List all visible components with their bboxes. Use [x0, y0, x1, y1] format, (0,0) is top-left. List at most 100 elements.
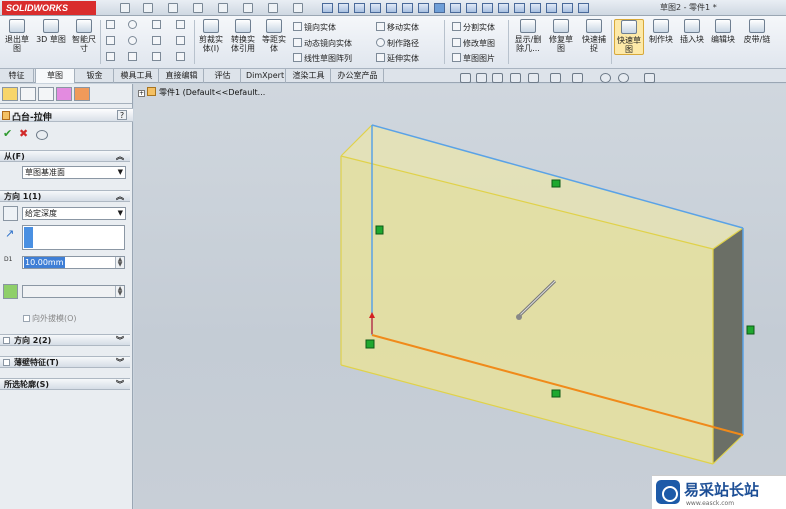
view-normal-icon[interactable] — [434, 3, 445, 13]
tab-sketch[interactable]: 草图 — [35, 69, 75, 83]
rebuild-icon[interactable] — [268, 3, 278, 13]
convert-entities-button[interactable]: 转换实 体引用 — [228, 19, 258, 53]
extend-entities-button[interactable]: 延伸实体 — [376, 53, 419, 64]
slot-tool[interactable] — [106, 52, 117, 63]
feature-manager-tab-icon[interactable] — [2, 87, 18, 101]
edit-block-button[interactable]: 编辑块 — [709, 19, 737, 44]
point-tool[interactable] — [176, 20, 187, 31]
view-front-icon[interactable] — [322, 3, 333, 13]
zoom-area-icon[interactable] — [476, 73, 487, 83]
dimxpert-manager-tab-icon[interactable] — [56, 87, 72, 101]
direction2-section-header[interactable]: 方向 2(2) ︾ — [0, 334, 130, 346]
end-condition-select[interactable]: 给定深度 ▼ — [22, 207, 126, 220]
linear-pattern-button[interactable]: 线性草图阵列 — [293, 53, 352, 64]
property-manager-tab-icon[interactable] — [20, 87, 36, 101]
save-icon[interactable] — [168, 3, 178, 13]
section-view-icon[interactable] — [510, 73, 521, 83]
fillet-tool[interactable] — [152, 52, 163, 63]
display-manager-tab-icon[interactable] — [74, 87, 90, 101]
undo-icon[interactable] — [218, 3, 228, 13]
view-back-icon[interactable] — [338, 3, 349, 13]
direction1-section-header[interactable]: 方向 1(1) ︽ — [0, 190, 130, 202]
tab-office-products[interactable]: 办公室产品 — [332, 69, 384, 83]
new-file-icon[interactable] — [120, 3, 130, 13]
3d-sketch-button[interactable]: 3D 草图 — [34, 19, 68, 44]
spline-tool[interactable] — [152, 20, 163, 31]
view-section-icon[interactable] — [530, 3, 541, 13]
view-layout-icon[interactable] — [546, 3, 557, 13]
offset-entities-button[interactable]: 等距实 体 — [260, 19, 288, 53]
selected-contours-section-header[interactable]: 所选轮廓(S) ︾ — [0, 378, 130, 390]
edit-appearance-icon[interactable] — [600, 73, 611, 83]
print-icon[interactable] — [193, 3, 203, 13]
configuration-manager-tab-icon[interactable] — [38, 87, 54, 101]
view-hide-icon[interactable] — [562, 3, 573, 13]
display-relations-button[interactable]: 显示/删 除几... — [512, 19, 544, 53]
depth-input[interactable]: 10.00mm ▲ ▼ — [22, 256, 125, 269]
tab-evaluate[interactable]: 评估 — [205, 69, 241, 83]
smart-dimension-button[interactable]: 智能尺 寸 — [70, 19, 98, 53]
split-entities-button[interactable]: 分割实体 — [452, 22, 495, 33]
tab-render-tools[interactable]: 渲染工具 — [287, 69, 331, 83]
apply-scene-icon[interactable] — [618, 73, 629, 83]
flyout-feature-tree[interactable]: + 零件1 (Default<<Default... — [138, 87, 265, 98]
tab-features[interactable]: 特征 — [0, 69, 34, 83]
draft-spinner[interactable]: ▲ ▼ — [115, 286, 124, 297]
from-section-header[interactable]: 从(F) ︽ — [0, 150, 130, 162]
move-entities-button[interactable]: 移动实体 — [376, 22, 419, 33]
repair-sketch-button[interactable]: 修复草 图 — [546, 19, 576, 53]
circle-tool[interactable] — [128, 20, 139, 31]
tab-mold-tools[interactable]: 模具工具 — [115, 69, 159, 83]
rapid-sketch-button[interactable]: 快速草 图 — [614, 19, 644, 55]
view-four-icon[interactable] — [482, 3, 493, 13]
display-style-icon[interactable] — [550, 73, 561, 83]
graphics-area[interactable] — [134, 84, 786, 509]
text-tool[interactable] — [176, 36, 187, 47]
help-button[interactable]: ? — [117, 110, 127, 120]
insert-block-button[interactable]: 插入块 — [678, 19, 706, 44]
reverse-direction-icon[interactable] — [3, 206, 18, 221]
tab-sheet-metal[interactable]: 钣金 — [76, 69, 114, 83]
tab-dimxpert[interactable]: DimXpert — [242, 69, 286, 83]
depth-spinner[interactable]: ▲ ▼ — [115, 257, 124, 268]
polygon-tool[interactable] — [128, 52, 139, 63]
exit-sketch-button[interactable]: 退出草 图 — [3, 19, 31, 53]
draft-outward-checkbox[interactable]: 向外拔模(O) — [23, 313, 77, 324]
direction-vector-field[interactable] — [22, 225, 125, 250]
view-iso-icon[interactable] — [418, 3, 429, 13]
modify-sketch-button[interactable]: 修改草图 — [452, 38, 495, 49]
ellipse-tool[interactable] — [152, 36, 163, 47]
cancel-button[interactable]: ✖ — [19, 127, 28, 140]
view-extra-icon[interactable] — [514, 3, 525, 13]
rectangle-tool[interactable] — [106, 36, 117, 47]
view-link-icon[interactable] — [498, 3, 509, 13]
dynamic-mirror-button[interactable]: 动态镜向实体 — [293, 38, 352, 49]
view-top-icon[interactable] — [386, 3, 397, 13]
direction2-checkbox[interactable] — [3, 337, 10, 344]
ok-button[interactable]: ✔ — [3, 127, 12, 140]
draft-on-off-icon[interactable] — [3, 284, 18, 299]
open-file-icon[interactable] — [143, 3, 153, 13]
quick-snaps-button[interactable]: 快速捕 捉 — [580, 19, 608, 53]
view-single-icon[interactable] — [450, 3, 461, 13]
hide-show-items-icon[interactable] — [572, 73, 583, 83]
view-orientation-icon[interactable] — [528, 73, 539, 83]
draft-angle-input[interactable]: ▲ ▼ — [22, 285, 125, 298]
expand-icon[interactable]: + — [138, 90, 145, 97]
mirror-entities-button[interactable]: 镜向实体 — [293, 22, 336, 33]
line-tool[interactable] — [106, 20, 117, 31]
detailed-preview-icon[interactable] — [36, 130, 48, 140]
belt-chain-button[interactable]: 皮带/链 — [740, 19, 774, 44]
tab-direct-editing[interactable]: 直接编辑 — [160, 69, 204, 83]
arc-tool[interactable] — [128, 36, 139, 47]
view-settings-icon[interactable] — [644, 73, 655, 83]
view-left-icon[interactable] — [354, 3, 365, 13]
previous-view-icon[interactable] — [492, 73, 503, 83]
zoom-fit-icon[interactable] — [460, 73, 471, 83]
make-block-button[interactable]: 制作块 — [647, 19, 675, 44]
start-condition-select[interactable]: 草图基准面 ▼ — [22, 166, 126, 179]
view-two-icon[interactable] — [466, 3, 477, 13]
thin-feature-section-header[interactable]: 薄壁特征(T) ︾ — [0, 356, 130, 368]
select-icon[interactable] — [243, 3, 253, 13]
thin-feature-checkbox[interactable] — [3, 359, 10, 366]
